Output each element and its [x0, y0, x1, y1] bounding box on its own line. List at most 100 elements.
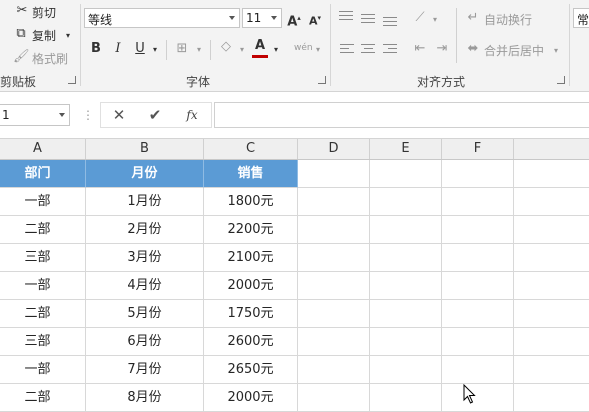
bold-button[interactable]: B: [89, 41, 103, 57]
merge-center-button[interactable]: 合并后居中: [484, 42, 544, 59]
empty-cell[interactable]: [442, 216, 514, 244]
empty-cell[interactable]: [370, 272, 442, 300]
table-header-cell[interactable]: 部门: [0, 160, 86, 188]
format-painter-icon[interactable]: 🖌: [13, 49, 30, 65]
align-left-icon[interactable]: [340, 44, 354, 56]
middle-align-icon[interactable]: [361, 14, 375, 26]
empty-cell[interactable]: [298, 384, 370, 412]
table-header-cell[interactable]: 月份: [86, 160, 204, 188]
font-color-dropdown-icon[interactable]: ▾: [271, 42, 281, 58]
empty-cell[interactable]: [370, 328, 442, 356]
empty-cell[interactable]: [514, 328, 589, 356]
empty-cell[interactable]: [442, 384, 514, 412]
column-header-d[interactable]: D: [298, 139, 370, 159]
scissors-icon[interactable]: ✂: [14, 3, 30, 19]
table-cell[interactable]: 2650元: [204, 356, 298, 384]
column-header-g[interactable]: [514, 139, 589, 159]
table-cell[interactable]: 1月份: [86, 188, 204, 216]
table-cell[interactable]: 4月份: [86, 272, 204, 300]
empty-cell[interactable]: [514, 244, 589, 272]
format-painter-button[interactable]: 格式刷: [32, 50, 68, 67]
increase-font-size-icon[interactable]: A▴: [286, 10, 302, 30]
align-center-icon[interactable]: [361, 44, 375, 56]
copy-icon[interactable]: ⧉: [13, 26, 29, 42]
empty-cell[interactable]: [442, 300, 514, 328]
phonetic-guide-icon[interactable]: wén: [294, 40, 313, 56]
table-cell[interactable]: 一部: [0, 272, 86, 300]
name-box[interactable]: 1: [0, 104, 70, 126]
empty-cell[interactable]: [298, 160, 370, 188]
empty-cell[interactable]: [370, 384, 442, 412]
phonetic-dropdown-icon[interactable]: ▾: [313, 42, 323, 58]
number-format-select[interactable]: 常: [573, 8, 589, 28]
italic-button[interactable]: I: [111, 41, 125, 57]
empty-cell[interactable]: [514, 272, 589, 300]
empty-cell[interactable]: [298, 216, 370, 244]
table-cell[interactable]: 6月份: [86, 328, 204, 356]
top-align-icon[interactable]: [339, 11, 353, 23]
table-cell[interactable]: 二部: [0, 384, 86, 412]
copy-button[interactable]: 复制: [32, 27, 56, 44]
table-cell[interactable]: 2000元: [204, 384, 298, 412]
empty-cell[interactable]: [442, 272, 514, 300]
underline-button[interactable]: U: [133, 41, 147, 57]
column-header-e[interactable]: E: [370, 139, 442, 159]
borders-dropdown-icon[interactable]: ▾: [194, 42, 204, 58]
increase-indent-icon[interactable]: ⇥: [434, 41, 450, 57]
table-cell[interactable]: 三部: [0, 244, 86, 272]
fill-color-icon[interactable]: ◇: [218, 39, 234, 55]
empty-cell[interactable]: [514, 160, 589, 188]
empty-cell[interactable]: [298, 272, 370, 300]
merge-center-icon[interactable]: ⬌: [465, 41, 481, 57]
font-name-select[interactable]: 等线: [84, 8, 240, 28]
table-cell[interactable]: 8月份: [86, 384, 204, 412]
table-cell[interactable]: 二部: [0, 216, 86, 244]
more-icon[interactable]: ⋮: [82, 107, 94, 123]
empty-cell[interactable]: [370, 356, 442, 384]
column-header-c[interactable]: C: [204, 139, 298, 159]
empty-cell[interactable]: [514, 216, 589, 244]
merge-dropdown-icon[interactable]: ▾: [551, 43, 561, 59]
empty-cell[interactable]: [442, 244, 514, 272]
wrap-text-button[interactable]: 自动换行: [484, 11, 532, 28]
column-header-f[interactable]: F: [442, 139, 514, 159]
fill-color-dropdown-icon[interactable]: ▾: [237, 42, 247, 58]
empty-cell[interactable]: [298, 244, 370, 272]
empty-cell[interactable]: [442, 356, 514, 384]
copy-dropdown-icon[interactable]: ▾: [64, 28, 72, 44]
empty-cell[interactable]: [370, 216, 442, 244]
empty-cell[interactable]: [514, 300, 589, 328]
orientation-dropdown-icon[interactable]: ▾: [430, 12, 440, 28]
font-color-icon[interactable]: A: [252, 38, 268, 54]
table-cell[interactable]: 三部: [0, 328, 86, 356]
empty-cell[interactable]: [514, 356, 589, 384]
table-cell[interactable]: 2100元: [204, 244, 298, 272]
empty-cell[interactable]: [370, 244, 442, 272]
empty-cell[interactable]: [442, 328, 514, 356]
empty-cell[interactable]: [370, 188, 442, 216]
enter-icon[interactable]: ✔: [147, 107, 163, 123]
empty-cell[interactable]: [514, 188, 589, 216]
alignment-dialog-launcher-icon[interactable]: [557, 76, 565, 84]
clipboard-dialog-launcher-icon[interactable]: [68, 76, 76, 84]
formula-input[interactable]: [214, 102, 589, 128]
font-dialog-launcher-icon[interactable]: [318, 76, 326, 84]
empty-cell[interactable]: [370, 160, 442, 188]
column-header-a[interactable]: A: [0, 139, 86, 159]
table-cell[interactable]: 5月份: [86, 300, 204, 328]
empty-cell[interactable]: [514, 384, 589, 412]
table-cell[interactable]: 2200元: [204, 216, 298, 244]
underline-dropdown-icon[interactable]: ▾: [150, 42, 160, 58]
decrease-font-size-icon[interactable]: A▾: [307, 10, 323, 30]
empty-cell[interactable]: [442, 160, 514, 188]
empty-cell[interactable]: [298, 188, 370, 216]
empty-cell[interactable]: [442, 188, 514, 216]
table-cell[interactable]: 3月份: [86, 244, 204, 272]
insert-function-icon[interactable]: fx: [183, 107, 201, 123]
cancel-icon[interactable]: ✕: [111, 107, 127, 123]
table-cell[interactable]: 1750元: [204, 300, 298, 328]
font-size-select[interactable]: 11: [242, 8, 282, 28]
table-cell[interactable]: 7月份: [86, 356, 204, 384]
decrease-indent-icon[interactable]: ⇤: [412, 41, 428, 57]
table-cell[interactable]: 2月份: [86, 216, 204, 244]
